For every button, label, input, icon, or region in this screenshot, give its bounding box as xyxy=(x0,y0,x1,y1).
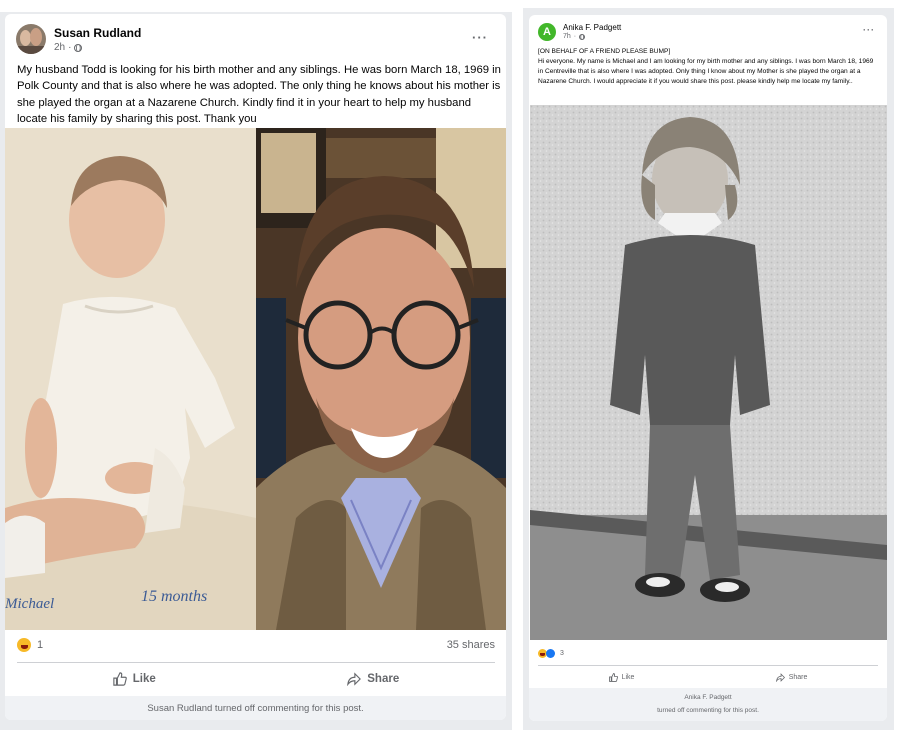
reaction-summary[interactable]: 3 xyxy=(538,649,564,658)
adult-photo[interactable] xyxy=(256,128,506,630)
thumbs-up-icon xyxy=(608,672,618,682)
post-header: A Anika F. Padgett 7h · xyxy=(538,23,621,41)
author-name[interactable]: Anika F. Padgett xyxy=(563,23,621,32)
share-arrow-icon xyxy=(775,672,785,682)
share-button[interactable]: Share xyxy=(347,672,399,686)
left-post-card: Susan Rudland 2h · ··· My husband Todd i… xyxy=(5,14,506,720)
like-button[interactable]: Like xyxy=(608,672,635,682)
baby-photo[interactable]: Michael 15 months xyxy=(5,128,256,630)
share-count[interactable]: 35 shares xyxy=(447,639,495,651)
author-name[interactable]: Susan Rudland xyxy=(54,26,141,40)
post-text: [ON BEHALF OF A FRIEND PLEASE BUMP] Hi e… xyxy=(538,47,880,87)
comments-disabled-notice: Anika F. Padgett turned off commenting f… xyxy=(529,688,887,721)
post-timestamp[interactable]: 2h · xyxy=(54,42,141,53)
post-text-heading: [ON BEHALF OF A FRIEND PLEASE BUMP] xyxy=(538,48,671,55)
like-label: Like xyxy=(621,673,635,681)
photo-caption-age: 15 months xyxy=(141,588,208,605)
more-options-icon[interactable]: ··· xyxy=(863,25,875,35)
comments-disabled-text: Susan Rudland turned off commenting for … xyxy=(147,702,364,714)
like-label: Like xyxy=(132,673,156,685)
haha-reaction-icon xyxy=(17,638,31,652)
time-text: 7h xyxy=(563,33,571,40)
comments-disabled-notice: Susan Rudland turned off commenting for … xyxy=(5,696,506,720)
child-photo[interactable] xyxy=(530,105,887,640)
divider xyxy=(17,662,495,663)
globe-icon xyxy=(579,33,586,40)
post-timestamp[interactable]: 7h · xyxy=(563,33,621,40)
post-text: My husband Todd is looking for his birth… xyxy=(17,64,501,126)
adult-photo-illustration xyxy=(256,128,506,630)
dot-separator: · xyxy=(573,33,577,40)
author-avatar[interactable] xyxy=(16,24,46,54)
post-stats: 1 35 shares xyxy=(17,638,495,652)
thumbs-up-icon xyxy=(113,672,127,686)
share-button[interactable]: Share xyxy=(775,672,808,682)
divider xyxy=(538,665,878,666)
post-text-body: Hi everyone. My name is Michael and I am… xyxy=(538,57,874,85)
share-arrow-icon xyxy=(347,672,362,686)
action-bar: Like Share xyxy=(538,668,878,686)
more-options-icon[interactable]: ··· xyxy=(472,30,488,45)
reaction-count: 3 xyxy=(560,650,564,657)
share-label: Share xyxy=(367,673,400,685)
photo-caption-name: Michael xyxy=(5,596,55,612)
reaction-summary[interactable]: 1 xyxy=(17,638,43,652)
globe-icon xyxy=(74,43,83,52)
time-text: 2h xyxy=(54,42,66,53)
post-header: Susan Rudland 2h · xyxy=(16,24,141,54)
comments-disabled-author: Anika F. Padgett xyxy=(684,694,732,702)
left-post-screenshot: Susan Rudland 2h · ··· My husband Todd i… xyxy=(0,12,512,730)
right-post-screenshot: A Anika F. Padgett 7h · ··· [ON BEHALF O… xyxy=(523,8,894,730)
child-photo-illustration xyxy=(530,105,887,640)
dot-separator: · xyxy=(68,42,72,53)
author-avatar[interactable]: A xyxy=(538,23,556,41)
right-post-card: A Anika F. Padgett 7h · ··· [ON BEHALF O… xyxy=(529,15,887,721)
like-reaction-icon xyxy=(546,649,555,658)
like-button[interactable]: Like xyxy=(113,672,156,686)
action-bar: Like Share xyxy=(17,666,495,692)
comments-disabled-text: turned off commenting for this post. xyxy=(657,706,759,714)
reaction-count: 1 xyxy=(37,639,44,651)
baby-photo-illustration xyxy=(5,128,256,630)
share-label: Share xyxy=(788,673,808,681)
